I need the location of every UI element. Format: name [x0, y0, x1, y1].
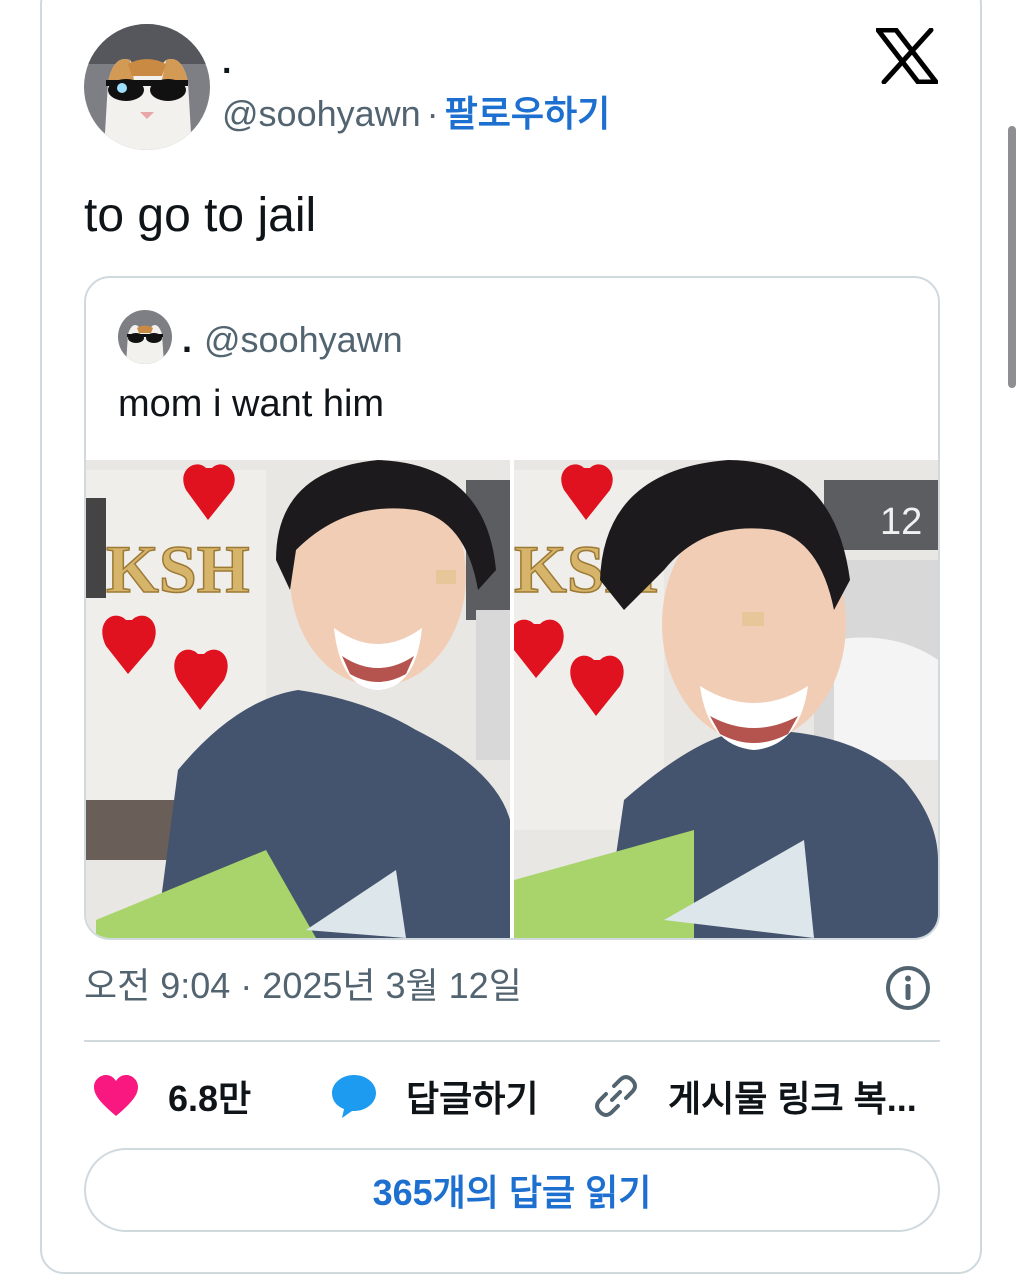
separator-dot: · [426, 93, 439, 134]
post-timestamp[interactable]: 오전 9:04 · 2025년 3월 12일 [84, 964, 522, 1008]
x-logo-icon[interactable] [875, 27, 939, 85]
quoted-handle: @soohyawn [204, 319, 403, 360]
quoted-tweet[interactable]: . @soohyawn mom i want him KSH 12 KSH [84, 276, 940, 940]
scrollbar[interactable] [1008, 126, 1016, 388]
quoted-display-name: . [182, 319, 193, 360]
like-button[interactable]: 6.8만 [92, 1068, 251, 1124]
divider [84, 1040, 940, 1042]
quoted-photo-1[interactable]: KSH [86, 460, 510, 938]
reply-label: 답글하기 [406, 1078, 539, 1119]
author-handle-row: @soohyawn · 팔로우하기 [222, 92, 610, 136]
author-handle[interactable]: @soohyawn [222, 93, 421, 134]
like-count: 6.8만 [168, 1078, 252, 1119]
photo-1-sign-text: KSH [106, 531, 250, 607]
speech-bubble-icon [330, 1073, 378, 1119]
photo-2-building-number: 12 [880, 501, 922, 543]
quoted-photo-2[interactable]: 12 KSH [514, 460, 938, 938]
author-display-name[interactable]: . [222, 42, 231, 82]
read-replies-button[interactable]: 365개의 답글 읽기 [84, 1148, 940, 1232]
quoted-author-avatar [118, 310, 172, 364]
quoted-tweet-text: mom i want him [118, 383, 385, 425]
heart-icon [92, 1074, 140, 1118]
info-icon[interactable] [884, 964, 932, 1012]
tweet-text: to go to jail [84, 189, 317, 242]
copy-link-label: 게시물 링크 복... [668, 1078, 917, 1119]
reply-button[interactable]: 답글하기 [330, 1068, 538, 1124]
copy-link-button[interactable]: 게시물 링크 복... [592, 1068, 917, 1124]
follow-button[interactable]: 팔로우하기 [445, 93, 611, 134]
author-avatar[interactable] [84, 24, 210, 150]
link-icon [592, 1072, 640, 1120]
